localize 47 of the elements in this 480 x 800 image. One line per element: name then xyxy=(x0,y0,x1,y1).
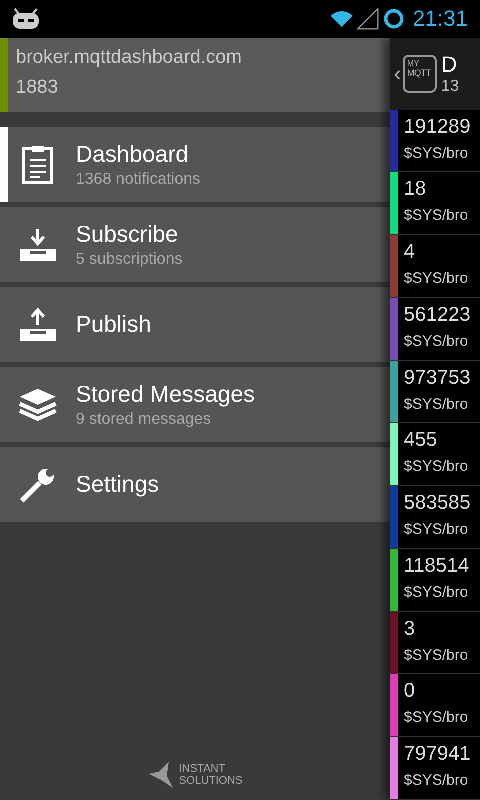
message-topic: $SYS/bro xyxy=(404,458,468,476)
message-value: 561223 xyxy=(404,304,471,327)
message-value: 18 xyxy=(404,178,428,202)
message-topic: $SYS/bro xyxy=(404,521,470,538)
message-topic: $SYS/bro xyxy=(404,207,468,224)
message-value: 0 xyxy=(404,680,416,704)
menu-label: Subscribe xyxy=(76,220,180,248)
menu-item[interactable]: Settings xyxy=(0,447,390,522)
menu-item[interactable]: Publish xyxy=(0,287,390,362)
broker-port: 1883 xyxy=(16,76,60,100)
signal-icon xyxy=(356,8,379,30)
message-topic: $SYS/bro xyxy=(404,332,470,350)
company-logo-text: INSTANT SOLUTIONS xyxy=(179,763,243,787)
message-topic: $SYS/bro xyxy=(404,396,470,413)
message-value: 455 xyxy=(404,429,438,452)
menu-label: Dashboard xyxy=(76,140,190,168)
message-value: 4 xyxy=(404,241,416,264)
menu-item[interactable]: Stored Messages 9 stored messages xyxy=(0,367,390,442)
message-value: 118514 xyxy=(404,554,470,578)
back-caret[interactable]: ‹ xyxy=(394,60,402,87)
clock: 21:31 xyxy=(412,6,468,32)
message-topic: $SYS/bro xyxy=(404,646,468,664)
app-logo[interactable]: MY MQTT xyxy=(403,54,438,93)
menu-subtitle: 5 subscriptions xyxy=(76,250,183,268)
message-value: 191289 xyxy=(404,116,471,139)
menu-label: Settings xyxy=(76,471,160,498)
message-topic: $SYS/bro xyxy=(404,772,470,790)
message-topic: $SYS/bro xyxy=(404,584,470,601)
broker-header[interactable]: broker.mqttdashboard.com 1883 xyxy=(0,38,390,112)
message-topic: $SYS/bro xyxy=(404,144,470,162)
menu-subtitle: 9 stored messages xyxy=(76,410,212,428)
message-value: 3 xyxy=(404,618,416,641)
message-value: 583585 xyxy=(404,492,471,516)
android-face-icon xyxy=(12,8,40,30)
menu-label: Publish xyxy=(76,311,152,338)
message-value: 973753 xyxy=(404,366,471,390)
menu-item[interactable]: Dashboard 1368 notifications xyxy=(0,127,390,202)
message-topic: $SYS/bro xyxy=(404,270,468,288)
broker-host: broker.mqttdashboard.com xyxy=(16,46,244,70)
menu-subtitle: 1368 notifications xyxy=(76,170,201,188)
menu-label: Stored Messages xyxy=(76,380,255,408)
message-value: 797941 xyxy=(404,743,471,766)
screen-subtitle: 13 xyxy=(441,78,460,96)
menu-item[interactable]: Subscribe 5 subscriptions xyxy=(0,207,390,282)
message-topic: $SYS/bro xyxy=(404,709,468,726)
screen-title: D xyxy=(441,52,458,78)
sync-icon xyxy=(382,8,405,30)
